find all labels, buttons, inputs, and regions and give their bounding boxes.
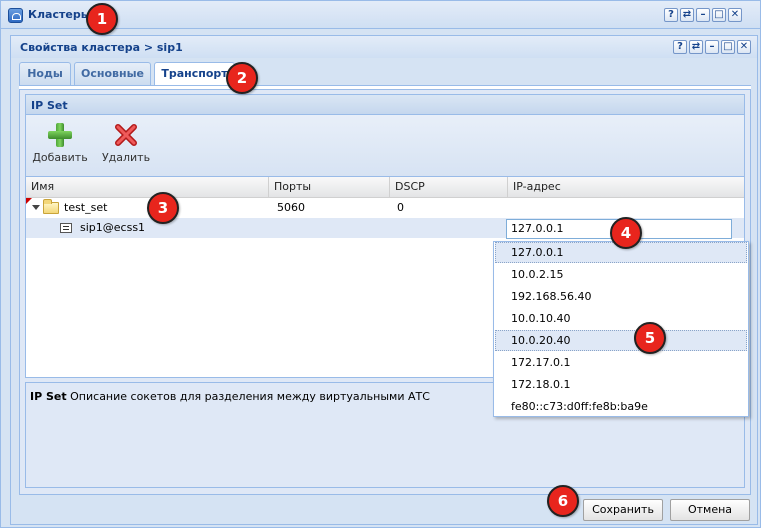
delete-icon	[114, 123, 138, 147]
dropdown-option[interactable]: 10.0.10.40	[495, 308, 747, 329]
folder-icon	[43, 199, 59, 214]
cancel-button[interactable]: Отмена	[670, 499, 750, 521]
row-name: sip1@ecss1	[80, 221, 146, 234]
table-row[interactable]: test_set 5060 0	[26, 198, 744, 218]
callout-marker: 4	[610, 217, 642, 249]
dropdown-option[interactable]: 172.18.0.1	[495, 374, 747, 395]
maximize-icon[interactable]: □	[712, 8, 726, 22]
description-title: IP Set	[30, 390, 67, 403]
close-icon[interactable]: ✕	[737, 40, 751, 54]
socket-item-icon	[60, 223, 72, 233]
ipset-toolbar: Добавить Удалить	[25, 115, 745, 176]
add-icon	[48, 123, 72, 147]
dropdown-option[interactable]: 10.0.2.15	[495, 264, 747, 285]
dropdown-option[interactable]: 10.0.20.40	[495, 330, 747, 351]
callout-marker: 5	[634, 322, 666, 354]
app-icon	[8, 8, 23, 23]
dropdown-option[interactable]: 192.168.56.40	[495, 286, 747, 307]
maximize-icon[interactable]: □	[721, 40, 735, 54]
dropdown-option[interactable]: fe80::c73:d0ff:fe8b:ba9e	[495, 396, 747, 417]
description-text: IP Set Описание сокетов для разделения м…	[30, 390, 430, 403]
description-body: Описание сокетов для разделения между ви…	[70, 390, 430, 403]
column-ip-address[interactable]: IP-адрес	[508, 177, 744, 198]
help-icon[interactable]: ?	[664, 8, 678, 22]
callout-marker: 6	[547, 485, 579, 517]
refresh-icon[interactable]: ⇄	[689, 40, 703, 54]
expand-arrow-icon[interactable]	[32, 205, 40, 210]
callout-marker: 3	[147, 192, 179, 224]
ipset-title: IP Set	[31, 99, 68, 112]
refresh-icon[interactable]: ⇄	[680, 8, 694, 22]
dialog-title: Свойства кластера > sip1	[20, 41, 183, 54]
add-button[interactable]: Добавить	[28, 120, 92, 170]
column-ports[interactable]: Порты	[269, 177, 390, 198]
clusters-window-title: Кластеры	[28, 8, 91, 21]
close-icon[interactable]: ✕	[728, 8, 742, 22]
grid-header: Имя Порты DSCP IP-адрес	[26, 177, 744, 198]
save-button[interactable]: Сохранить	[583, 499, 663, 521]
tab-transport[interactable]: Транспорт	[154, 62, 235, 86]
column-name[interactable]: Имя	[26, 177, 269, 198]
add-button-label: Добавить	[32, 151, 88, 164]
row-name: test_set	[64, 201, 108, 214]
row-dscp: 0	[397, 201, 404, 214]
dropdown-option[interactable]: 172.17.0.1	[495, 352, 747, 373]
minimize-icon[interactable]: –	[696, 8, 710, 22]
dirty-marker	[26, 198, 32, 204]
column-dscp[interactable]: DSCP	[390, 177, 508, 198]
ipset-header: IP Set	[25, 94, 745, 115]
ip-address-dropdown: 127.0.0.1 10.0.2.15 192.168.56.40 10.0.1…	[493, 241, 749, 417]
delete-button[interactable]: Удалить	[94, 120, 158, 170]
minimize-icon[interactable]: –	[705, 40, 719, 54]
dialog-titlebar[interactable]: Свойства кластера > sip1 ? ⇄ – □ ✕	[11, 36, 757, 58]
help-icon[interactable]: ?	[673, 40, 687, 54]
tab-nodes[interactable]: Ноды	[19, 62, 71, 85]
tab-general[interactable]: Основные	[74, 62, 151, 85]
callout-marker: 2	[226, 62, 258, 94]
delete-button-label: Удалить	[101, 151, 151, 164]
callout-marker: 1	[86, 3, 118, 35]
row-ports: 5060	[277, 201, 305, 214]
